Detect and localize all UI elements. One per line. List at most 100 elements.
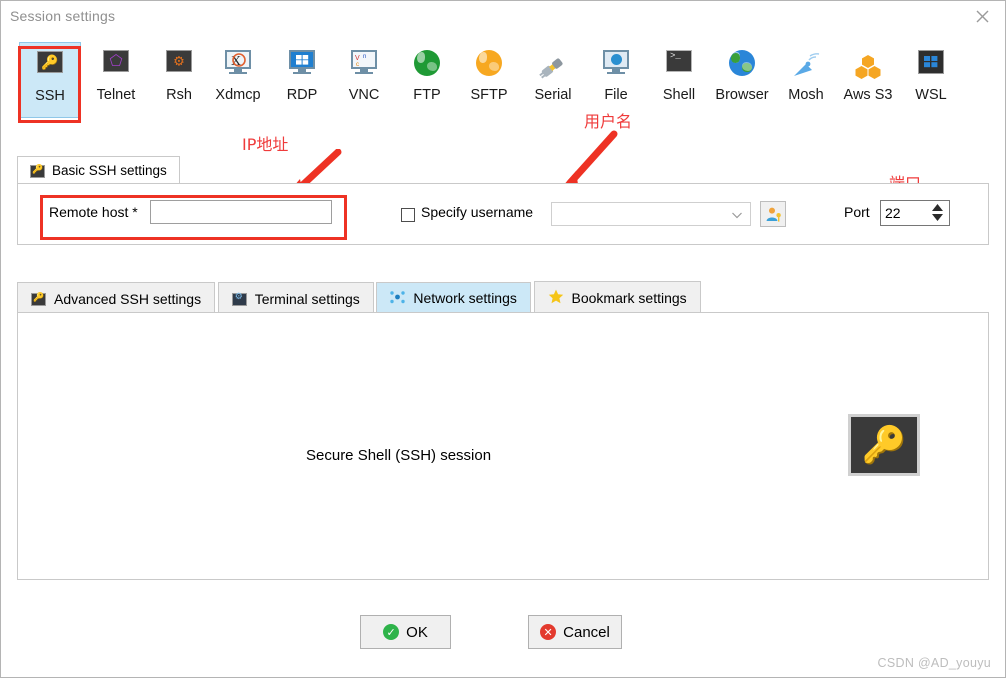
page-title: Session settings — [10, 8, 115, 24]
protocol-item-sftp[interactable]: SFTP — [458, 42, 520, 103]
x-glyph: X — [228, 52, 248, 68]
protocol-item-file[interactable]: File — [585, 42, 647, 103]
cancel-button[interactable]: ✕ Cancel — [528, 615, 622, 649]
protocol-label: Mosh — [775, 87, 837, 103]
tab-label: Network settings — [413, 290, 516, 306]
lower-tabstrip: 🔑 Advanced SSH settings ⚙ Terminal setti… — [17, 281, 989, 313]
protocol-toolbar: 🔑 SSH ⬠ Telnet ⚙ Rsh — [1, 34, 1005, 139]
xdmcp-monitor-icon: X — [222, 50, 254, 82]
basic-settings-tabstrip: 🔑 Basic SSH settings — [17, 156, 989, 184]
check-circle-icon: ✓ — [383, 624, 399, 640]
tab-terminal-settings[interactable]: ⚙ Terminal settings — [218, 282, 374, 314]
tab-label: Bookmark settings — [572, 290, 687, 306]
browser-globe-icon — [726, 50, 758, 82]
protocol-label: Shell — [648, 87, 710, 103]
windows-logo-icon — [924, 56, 938, 68]
session-settings-window: Session settings 🔑 SSH ⬠ Telnet — [0, 0, 1006, 678]
ssh-key-icon: 🔑 — [34, 51, 66, 83]
plug-glyph — [537, 52, 569, 82]
close-icon — [976, 10, 989, 23]
serial-plug-icon — [537, 50, 569, 82]
spin-up-icon[interactable] — [932, 204, 943, 211]
cancel-circle-icon: ✕ — [540, 624, 556, 640]
protocol-label: Aws S3 — [837, 87, 899, 103]
protocol-item-browser[interactable]: Browser — [711, 42, 773, 103]
protocol-item-wsl[interactable]: WSL — [900, 42, 962, 103]
rdp-windows-icon — [286, 50, 318, 82]
protocol-label: WSL — [900, 87, 962, 103]
session-description: Secure Shell (SSH) session — [306, 447, 491, 464]
protocol-label: FTP — [396, 87, 458, 103]
vnc-monitor-icon: V n c — [348, 50, 380, 82]
vnc-letters-icon: V n c — [355, 53, 373, 66]
cubes-glyph — [852, 52, 884, 82]
protocol-item-rsh[interactable]: ⚙ Rsh — [148, 42, 210, 103]
ssh-key-icon: 🔑 — [31, 291, 46, 307]
ssh-key-icon: 🔑 — [848, 414, 920, 476]
aws-s3-icon — [852, 50, 884, 82]
wsl-windows-icon — [915, 50, 947, 82]
port-value: 22 — [885, 205, 901, 221]
ok-label: OK — [406, 624, 428, 641]
tab-advanced-ssh-settings[interactable]: 🔑 Advanced SSH settings — [17, 282, 215, 314]
file-monitor-icon — [600, 50, 632, 82]
protocol-label: Browser — [711, 87, 773, 103]
satellite-dish-glyph — [790, 52, 822, 82]
protocol-item-shell[interactable]: >_ Shell — [648, 42, 710, 103]
terminal-gear-icon: ⚙ — [232, 291, 247, 307]
star-icon — [548, 289, 564, 307]
telnet-cube-icon: ⬠ — [100, 50, 132, 82]
remote-host-input[interactable] — [150, 200, 332, 224]
sftp-globe-icon — [473, 50, 505, 82]
protocol-label: Xdmcp — [207, 87, 269, 103]
specify-username-label: Specify username — [421, 204, 533, 220]
protocol-item-rdp[interactable]: RDP — [271, 42, 333, 103]
protocol-label: SFTP — [458, 87, 520, 103]
user-key-icon — [765, 206, 782, 223]
ok-button[interactable]: ✓ OK — [360, 615, 451, 649]
protocol-label: RDP — [271, 87, 333, 103]
protocol-item-telnet[interactable]: ⬠ Telnet — [85, 42, 147, 103]
mosh-dish-icon — [790, 50, 822, 82]
protocol-item-xdmcp[interactable]: X Xdmcp — [207, 42, 269, 103]
tab-basic-ssh-settings[interactable]: 🔑 Basic SSH settings — [17, 156, 180, 184]
close-button[interactable] — [959, 1, 1005, 32]
protocol-item-ftp[interactable]: FTP — [396, 42, 458, 103]
windows-logo-icon — [296, 55, 309, 65]
chevron-down-icon — [732, 207, 742, 222]
rsh-gears-icon: ⚙ — [163, 50, 195, 82]
ssh-key-icon: 🔑 — [30, 163, 45, 178]
svg-text:V: V — [355, 55, 360, 62]
protocol-item-mosh[interactable]: Mosh — [775, 42, 837, 103]
protocol-label: Telnet — [85, 87, 147, 103]
tab-label: Advanced SSH settings — [54, 291, 201, 307]
protocol-label: Rsh — [148, 87, 210, 103]
protocol-item-serial[interactable]: Serial — [522, 42, 584, 103]
protocol-item-aws-s3[interactable]: Aws S3 — [837, 42, 899, 103]
protocol-label: Serial — [522, 87, 584, 103]
port-label: Port — [844, 204, 870, 220]
svg-text:n: n — [363, 54, 366, 60]
protocol-label: SSH — [20, 88, 80, 104]
port-spinner[interactable]: 22 — [880, 200, 950, 226]
svg-text:c: c — [356, 62, 359, 66]
protocol-label: VNC — [333, 87, 395, 103]
network-settings-panel: Secure Shell (SSH) session 🔑 — [17, 312, 989, 580]
tab-label: Terminal settings — [255, 291, 360, 307]
title-bar: Session settings — [1, 1, 1005, 34]
spin-down-icon[interactable] — [932, 214, 943, 221]
tab-network-settings[interactable]: Network settings — [376, 282, 530, 314]
username-combobox[interactable] — [551, 202, 751, 226]
tab-bookmark-settings[interactable]: Bookmark settings — [534, 281, 701, 313]
protocol-item-ssh[interactable]: 🔑 SSH — [19, 42, 81, 118]
watermark: CSDN @AD_youyu — [878, 656, 991, 670]
specify-username-checkbox[interactable] — [401, 208, 415, 222]
user-picker-button[interactable] — [760, 201, 786, 227]
protocol-item-vnc[interactable]: V n c VNC — [333, 42, 395, 103]
tab-label: Basic SSH settings — [52, 163, 167, 178]
ftp-globe-icon — [411, 50, 443, 82]
network-dots-icon — [390, 290, 405, 307]
basic-settings-panel: Remote host * Specify username Port 22 — [17, 183, 989, 245]
remote-host-label: Remote host * — [49, 204, 138, 220]
cancel-label: Cancel — [563, 624, 610, 641]
